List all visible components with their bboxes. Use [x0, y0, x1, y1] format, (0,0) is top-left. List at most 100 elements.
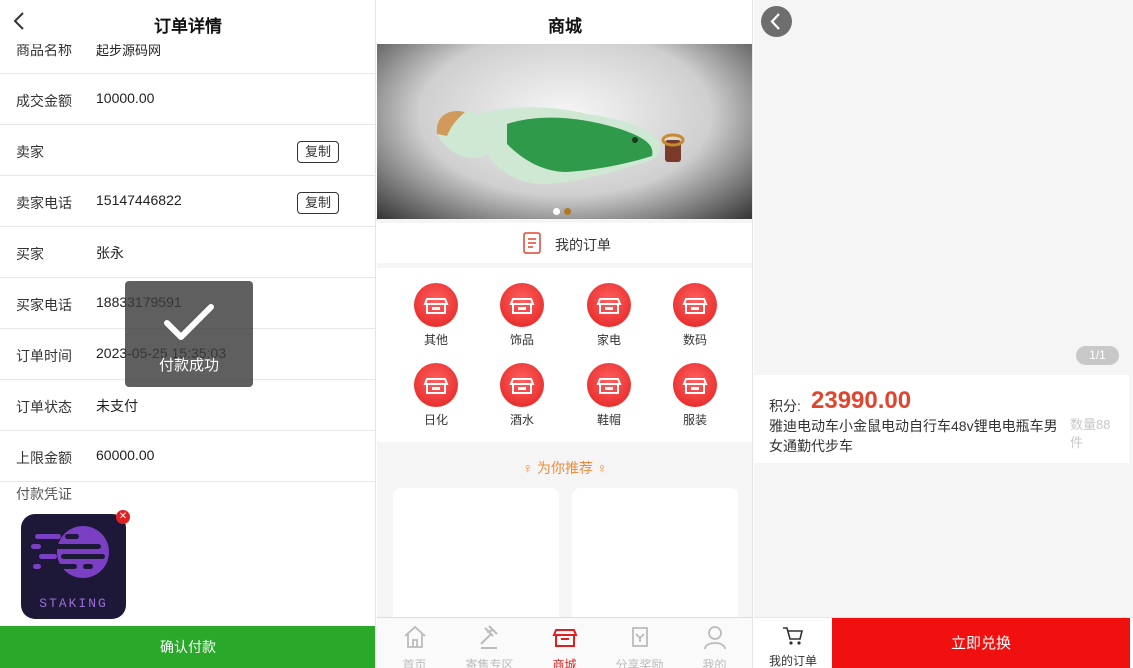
- row-label: 成交金额: [16, 93, 72, 109]
- product-info: 积分: 23990.00 雅迪电动车小金鼠电动自行车48v锂电电瓶车男女通勤代步…: [754, 375, 1129, 463]
- tab-label: 商城: [552, 658, 577, 668]
- category-label: 饰品: [509, 333, 534, 347]
- category-digital[interactable]: 数码: [665, 283, 725, 348]
- category-other[interactable]: 其他: [406, 283, 466, 348]
- my-orders-label: 我的订单: [555, 237, 611, 253]
- row-label: 买家电话: [16, 297, 72, 313]
- mall-header: 商城: [377, 0, 752, 44]
- store-icon: [673, 283, 717, 327]
- row-label: 上限金额: [16, 450, 72, 466]
- tab-home[interactable]: 首页: [377, 618, 452, 668]
- category-accessories[interactable]: 饰品: [492, 283, 552, 348]
- my-orders-link[interactable]: 我的订单: [377, 223, 752, 263]
- row-label: 卖家电话: [16, 195, 72, 211]
- category-drinks[interactable]: 酒水: [492, 363, 552, 428]
- confirm-payment-button[interactable]: 确认付款: [0, 626, 375, 668]
- chevron-left-icon: [770, 13, 780, 30]
- category-label: 数码: [682, 333, 707, 347]
- back-button[interactable]: [761, 6, 792, 37]
- carousel-dot[interactable]: [553, 208, 560, 215]
- tab-label: 我的: [702, 658, 727, 668]
- row-value: 张永: [96, 245, 124, 261]
- category-grid: 其他 饰品 家电 数码 日化 酒水 鞋帽 服装: [377, 268, 752, 442]
- product-name: 雅迪电动车小金鼠电动自行车48v锂电电瓶车男女通勤代步车: [769, 418, 1058, 454]
- action-bar: 我的订单 立即兑换: [754, 617, 1133, 668]
- recommend-heading: ♀ 为你推荐 ♀: [377, 458, 752, 478]
- banner-carousel[interactable]: [377, 44, 752, 219]
- mall-panel: 商城 我的订单 其他 饰品 家电 数码 日化 酒水 鞋帽 服装 ♀ 为你推荐 ♀…: [377, 0, 753, 668]
- copy-seller-button[interactable]: 复制: [297, 141, 339, 163]
- pin-icon: ♀: [596, 460, 608, 476]
- auction-icon: [479, 625, 498, 649]
- checkmark-icon: [164, 304, 214, 340]
- row-label: 订单状态: [16, 399, 72, 415]
- delete-voucher-icon[interactable]: ✕: [116, 510, 130, 524]
- product-card[interactable]: [572, 488, 738, 628]
- row-seller: 卖家 复制: [0, 125, 375, 176]
- row-label: 订单时间: [16, 348, 72, 364]
- points-label: 积分:: [769, 398, 801, 414]
- payment-success-toast: 付款成功: [125, 281, 253, 387]
- category-label: 家电: [596, 333, 621, 347]
- redeem-now-button[interactable]: 立即兑换: [832, 618, 1130, 668]
- shop-icon: [552, 629, 577, 647]
- store-icon: [587, 283, 631, 327]
- cart-icon: [783, 627, 804, 645]
- category-label: 酒水: [509, 413, 534, 427]
- category-shoes-hats[interactable]: 鞋帽: [579, 363, 639, 428]
- store-icon: [587, 363, 631, 407]
- tab-label: 分享奖励: [615, 658, 664, 668]
- points-value: 23990.00: [811, 387, 912, 414]
- voucher-image-text: STAKING: [39, 596, 108, 611]
- bottom-tab-bar: 首页 寄售专区 商城 分享奖励 我的: [377, 617, 752, 668]
- row-value: 15147446822: [96, 192, 182, 208]
- store-icon: [673, 363, 717, 407]
- voucher-label: 付款凭证: [16, 486, 72, 502]
- tab-share[interactable]: 分享奖励: [602, 618, 677, 668]
- order-list-icon: [523, 232, 541, 254]
- share-icon: [631, 627, 648, 647]
- row-deal-amount: 成交金额 10000.00: [0, 74, 375, 125]
- row-value: 未支付: [96, 398, 138, 414]
- row-limit-amount: 上限金额 60000.00: [0, 431, 375, 482]
- my-orders-button[interactable]: 我的订单: [754, 618, 832, 668]
- pin-icon: ♀: [522, 460, 534, 476]
- tab-label: 寄售专区: [465, 658, 514, 668]
- category-daily[interactable]: 日化: [406, 363, 466, 428]
- category-clothing[interactable]: 服装: [665, 363, 725, 428]
- tab-consignment[interactable]: 寄售专区: [452, 618, 527, 668]
- voucher-image[interactable]: STAKING: [21, 514, 126, 619]
- tab-mine[interactable]: 我的: [677, 618, 752, 668]
- jade-fish-image: [436, 107, 685, 184]
- category-label: 其他: [423, 333, 448, 347]
- page-title: 订单详情: [154, 17, 222, 36]
- row-seller-phone: 卖家电话 15147446822 复制: [0, 176, 375, 227]
- row-buyer: 买家 张永: [0, 227, 375, 278]
- row-value: 60000.00: [96, 447, 155, 463]
- recommend-label: 为你推荐: [537, 460, 593, 476]
- image-pager: 1/1: [1076, 346, 1119, 365]
- product-detail-panel: 1/1 积分: 23990.00 雅迪电动车小金鼠电动自行车48v锂电电瓶车男女…: [754, 0, 1133, 668]
- category-label: 鞋帽: [596, 413, 621, 427]
- user-icon: [703, 626, 726, 650]
- row-order-status: 订单状态 未支付: [0, 380, 375, 431]
- my-orders-label: 我的订单: [768, 654, 817, 668]
- carousel-dots: [553, 202, 575, 220]
- product-quantity: 数量88件: [1070, 417, 1111, 450]
- order-header: 订单详情: [0, 0, 375, 44]
- store-icon: [414, 283, 458, 327]
- carousel-dot[interactable]: [564, 208, 571, 215]
- tab-mall[interactable]: 商城: [527, 618, 602, 668]
- category-appliances[interactable]: 家电: [579, 283, 639, 348]
- product-card[interactable]: [393, 488, 559, 628]
- row-value: 10000.00: [96, 90, 155, 106]
- row-label: 卖家: [16, 144, 44, 160]
- copy-phone-button[interactable]: 复制: [297, 192, 339, 214]
- store-icon: [414, 363, 458, 407]
- order-detail-panel: 订单详情 商品名称 起步源码网 成交金额 10000.00 卖家 复制 卖家电话…: [0, 0, 376, 668]
- row-label: 买家: [16, 246, 44, 262]
- category-label: 服装: [682, 413, 707, 427]
- store-icon: [500, 363, 544, 407]
- store-icon: [500, 283, 544, 327]
- category-label: 日化: [423, 413, 448, 427]
